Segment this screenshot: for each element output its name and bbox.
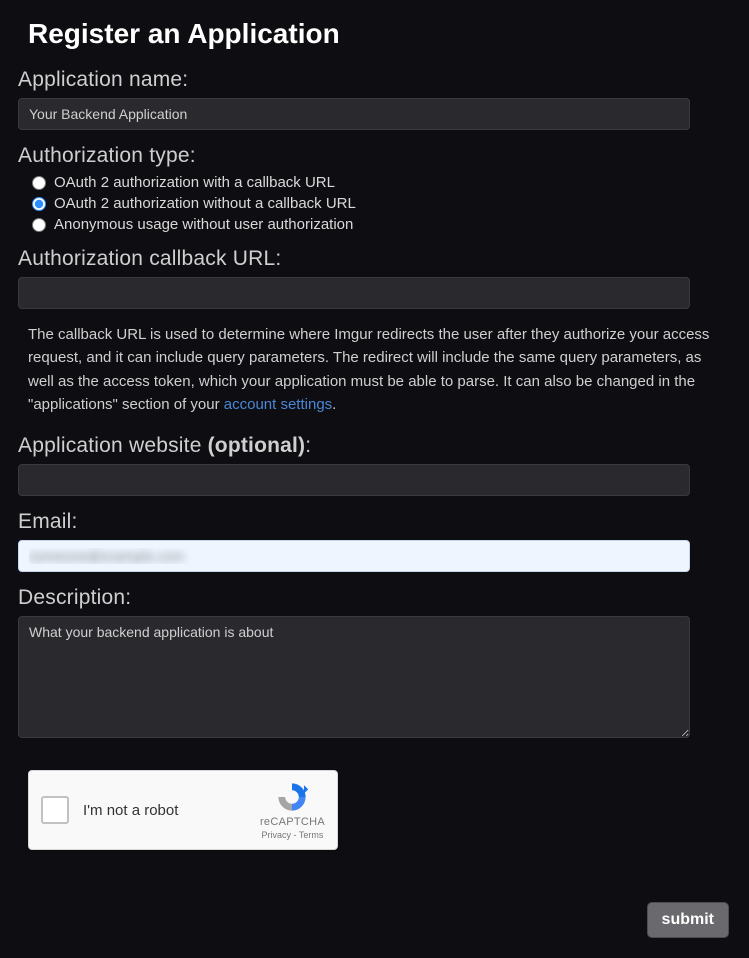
auth-type-label: Authorization type: [18, 144, 731, 168]
auth-type-radio-group: OAuth 2 authorization with a callback UR… [32, 174, 731, 233]
description-field: Description: [18, 586, 731, 742]
callback-url-field: Authorization callback URL: [18, 247, 731, 309]
website-input[interactable] [18, 464, 690, 496]
website-label-suffix: : [305, 434, 311, 457]
auth-type-option-without-callback[interactable]: OAuth 2 authorization without a callback… [32, 195, 731, 212]
website-field: Application website (optional): [18, 434, 731, 496]
app-name-label: Application name: [18, 68, 731, 92]
auth-type-field: Authorization type: OAuth 2 authorizatio… [18, 144, 731, 233]
website-label-optional: (optional) [208, 434, 306, 457]
radio-label: OAuth 2 authorization without a callback… [54, 195, 356, 212]
recaptcha-brand-text: reCAPTCHA [260, 816, 325, 829]
email-label: Email: [18, 510, 731, 534]
account-settings-link[interactable]: account settings [224, 396, 332, 413]
email-input[interactable] [18, 540, 690, 572]
radio-label: Anonymous usage without user authorizati… [54, 216, 353, 233]
radio-anonymous[interactable] [32, 218, 46, 232]
submit-button[interactable]: submit [647, 902, 729, 938]
website-label: Application website (optional): [18, 434, 731, 458]
recaptcha-branding: reCAPTCHA Privacy - Terms [260, 780, 325, 841]
recaptcha-legal-text[interactable]: Privacy - Terms [262, 830, 324, 841]
help-text-after: . [332, 396, 336, 413]
help-text-before: The callback URL is used to determine wh… [28, 326, 709, 413]
page-title: Register an Application [28, 18, 731, 50]
auth-type-option-anonymous[interactable]: Anonymous usage without user authorizati… [32, 216, 731, 233]
auth-type-option-with-callback[interactable]: OAuth 2 authorization with a callback UR… [32, 174, 731, 191]
callback-url-label: Authorization callback URL: [18, 247, 731, 271]
recaptcha-label: I'm not a robot [83, 802, 260, 819]
submit-row: submit [18, 902, 731, 938]
recaptcha-widget: I'm not a robot reCAPTCHA Privacy - Term… [28, 770, 338, 850]
radio-with-callback[interactable] [32, 176, 46, 190]
callback-url-input[interactable] [18, 277, 690, 309]
app-name-field: Application name: [18, 68, 731, 130]
description-label: Description: [18, 586, 731, 610]
description-input[interactable] [18, 616, 690, 738]
app-name-input[interactable] [18, 98, 690, 130]
radio-without-callback[interactable] [32, 197, 46, 211]
website-label-main: Application website [18, 434, 208, 457]
radio-label: OAuth 2 authorization with a callback UR… [54, 174, 335, 191]
email-field-block: Email: [18, 510, 731, 572]
recaptcha-icon [275, 780, 309, 814]
recaptcha-checkbox[interactable] [41, 796, 69, 824]
callback-help-text: The callback URL is used to determine wh… [28, 323, 718, 416]
